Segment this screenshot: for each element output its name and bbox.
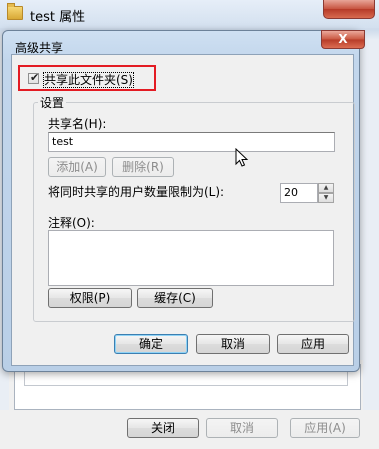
share-folder-label[interactable]: 共享此文件夹(S) — [43, 71, 134, 88]
properties-cancel-button[interactable]: 取消 — [206, 418, 278, 438]
properties-window-title: test 属性 — [30, 10, 86, 25]
comment-label: 注释(O): — [48, 216, 95, 230]
user-limit-input[interactable]: 20 — [280, 183, 318, 203]
user-limit-label: 将同时共享的用户数量限制为(L): — [48, 185, 225, 199]
dialog-apply-button[interactable]: 应用 — [277, 334, 349, 354]
properties-close-button[interactable] — [323, 0, 375, 19]
permissions-button[interactable]: 权限(P) — [48, 288, 132, 308]
settings-group-title: 设置 — [38, 94, 67, 111]
spin-up-icon[interactable]: ▲ — [318, 183, 334, 193]
folder-icon — [7, 3, 23, 20]
caching-button[interactable]: 缓存(C) — [137, 288, 213, 308]
ok-button[interactable]: 确定 — [114, 334, 188, 354]
share-name-input[interactable]: test — [48, 132, 335, 152]
share-name-label: 共享名(H): — [48, 117, 107, 131]
spin-down-icon[interactable]: ▼ — [318, 193, 334, 203]
remove-button[interactable]: 删除(R) — [112, 157, 174, 177]
properties-close-text-button[interactable]: 关闭 — [127, 418, 199, 438]
checkmark-icon: ✔ — [30, 71, 40, 84]
share-folder-label-text: 共享此文件夹(S) — [43, 72, 134, 88]
share-folder-checkbox[interactable]: ✔ — [28, 71, 40, 84]
comment-textarea[interactable] — [48, 230, 334, 286]
properties-apply-button[interactable]: 应用(A) — [290, 418, 360, 438]
dialog-close-button[interactable]: X — [321, 30, 365, 49]
dialog-cancel-button[interactable]: 取消 — [196, 334, 270, 354]
mouse-cursor-icon — [235, 148, 249, 167]
add-button[interactable]: 添加(A) — [48, 157, 106, 177]
